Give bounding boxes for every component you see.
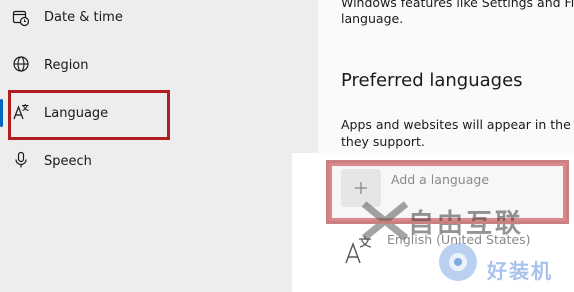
intro-text-line: language. — [341, 11, 404, 26]
sidebar-item-speech[interactable]: Speech — [0, 141, 300, 181]
highlight-box-add-language — [326, 160, 569, 224]
sidebar-item-label: Speech — [44, 154, 92, 169]
sidebar-item-date-time[interactable]: Date & time — [0, 0, 300, 40]
calendar-clock-icon — [12, 10, 30, 27]
sidebar-item-region[interactable]: Region — [0, 45, 300, 85]
highlight-box-language — [8, 90, 170, 140]
preferred-languages-heading: Preferred languages — [341, 70, 523, 91]
globe-icon — [13, 56, 29, 72]
preferred-languages-description: they support. — [341, 134, 425, 149]
settings-sidebar: Date & time Region Language Speech — [0, 0, 318, 292]
watermark-text: 好装机 — [487, 259, 553, 283]
selected-item-indicator — [0, 99, 3, 127]
sidebar-item-label: Region — [44, 58, 89, 73]
sidebar-item-label: Date & time — [44, 10, 123, 25]
microphone-icon — [15, 151, 27, 168]
preferred-languages-description: Apps and websites will appear in the f — [341, 117, 574, 132]
watermark-circle-logo — [439, 243, 477, 281]
